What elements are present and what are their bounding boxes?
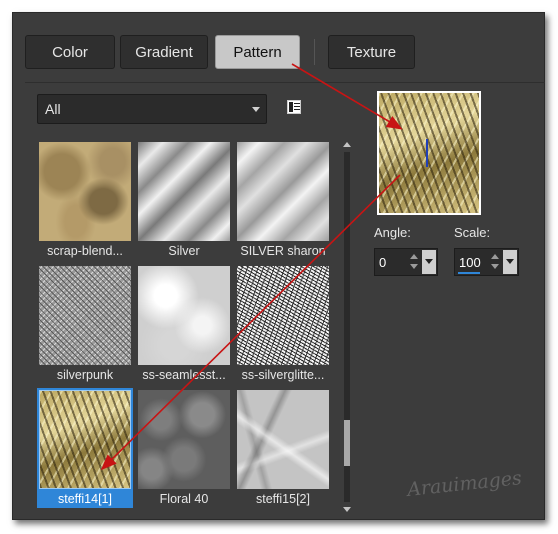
- pattern-item[interactable]: scrap-blend...: [37, 140, 133, 260]
- pattern-item[interactable]: ss-silverglitte...: [235, 264, 331, 384]
- tab-separator: [314, 39, 315, 65]
- tab-gradient[interactable]: Gradient: [120, 35, 208, 69]
- pattern-thumbnail: [39, 266, 131, 365]
- stepper-up-icon[interactable]: [410, 254, 418, 259]
- pattern-thumbnail: [39, 142, 131, 241]
- tabs-divider: [25, 82, 545, 83]
- scale-value[interactable]: 100: [459, 255, 481, 270]
- scale-spinner[interactable]: 100: [454, 248, 519, 276]
- angle-value[interactable]: 0: [379, 255, 386, 270]
- scale-label: Scale:: [454, 225, 491, 240]
- tab-color[interactable]: Color: [25, 35, 115, 69]
- stepper-down-icon[interactable]: [491, 264, 499, 269]
- pattern-label: Floral 40: [159, 492, 209, 506]
- pattern-item[interactable]: steffi15[2]: [235, 388, 331, 508]
- angle-indicator[interactable]: [426, 139, 428, 167]
- pattern-thumbnail: [138, 142, 230, 241]
- pattern-label: Silver: [168, 244, 200, 258]
- pattern-label: steffi15[2]: [256, 492, 310, 506]
- list-view-icon[interactable]: [287, 100, 301, 114]
- pattern-label: ss-silverglitte...: [241, 368, 325, 382]
- pattern-label: steffi14[1]: [58, 492, 112, 506]
- pattern-preview[interactable]: [377, 91, 481, 215]
- pattern-item[interactable]: silverpunk: [37, 264, 133, 384]
- scroll-down-icon[interactable]: [343, 507, 351, 512]
- stepper-down-icon[interactable]: [410, 264, 418, 269]
- pattern-thumbnail: [237, 390, 329, 489]
- pattern-label: scrap-blend...: [47, 244, 123, 258]
- angle-spinner[interactable]: 0: [374, 248, 438, 276]
- pattern-category-dropdown[interactable]: All: [37, 94, 267, 124]
- pattern-grid: scrap-blend... Silver SILVER sharon silv…: [37, 140, 337, 514]
- scale-dropdown-button[interactable]: [503, 250, 517, 274]
- stepper-up-icon[interactable]: [491, 254, 499, 259]
- pattern-grid-scrollbar[interactable]: [342, 140, 352, 514]
- angle-dropdown-button[interactable]: [422, 250, 436, 274]
- pattern-preview-image: [379, 93, 479, 213]
- scale-focus-underline: [458, 272, 480, 274]
- pattern-thumbnail: [138, 266, 230, 365]
- tab-texture[interactable]: Texture: [328, 35, 415, 69]
- pattern-label: silverpunk: [56, 368, 114, 382]
- angle-stepper[interactable]: [409, 252, 419, 272]
- scrollbar-thumb[interactable]: [344, 420, 350, 466]
- scroll-up-icon[interactable]: [343, 142, 351, 147]
- tab-pattern[interactable]: Pattern: [215, 35, 300, 69]
- pattern-item[interactable]: ss-seamlesst...: [136, 264, 232, 384]
- scale-stepper[interactable]: [490, 252, 500, 272]
- pattern-item-selected[interactable]: steffi14[1]: [37, 388, 133, 508]
- pattern-thumbnail: [237, 142, 329, 241]
- angle-label: Angle:: [374, 225, 411, 240]
- pattern-item[interactable]: SILVER sharon: [235, 140, 331, 260]
- pattern-thumbnail: [138, 390, 230, 489]
- pattern-item[interactable]: Silver: [136, 140, 232, 260]
- chevron-down-icon: [252, 107, 260, 112]
- pattern-thumbnail: [237, 266, 329, 365]
- material-properties-panel: Color Gradient Pattern Texture All scrap…: [12, 12, 545, 520]
- pattern-item[interactable]: Floral 40: [136, 388, 232, 508]
- pattern-label: SILVER sharon: [240, 244, 326, 258]
- pattern-thumbnail: [39, 390, 131, 489]
- dropdown-selected-value: All: [45, 101, 61, 117]
- pattern-label: ss-seamlesst...: [142, 368, 226, 382]
